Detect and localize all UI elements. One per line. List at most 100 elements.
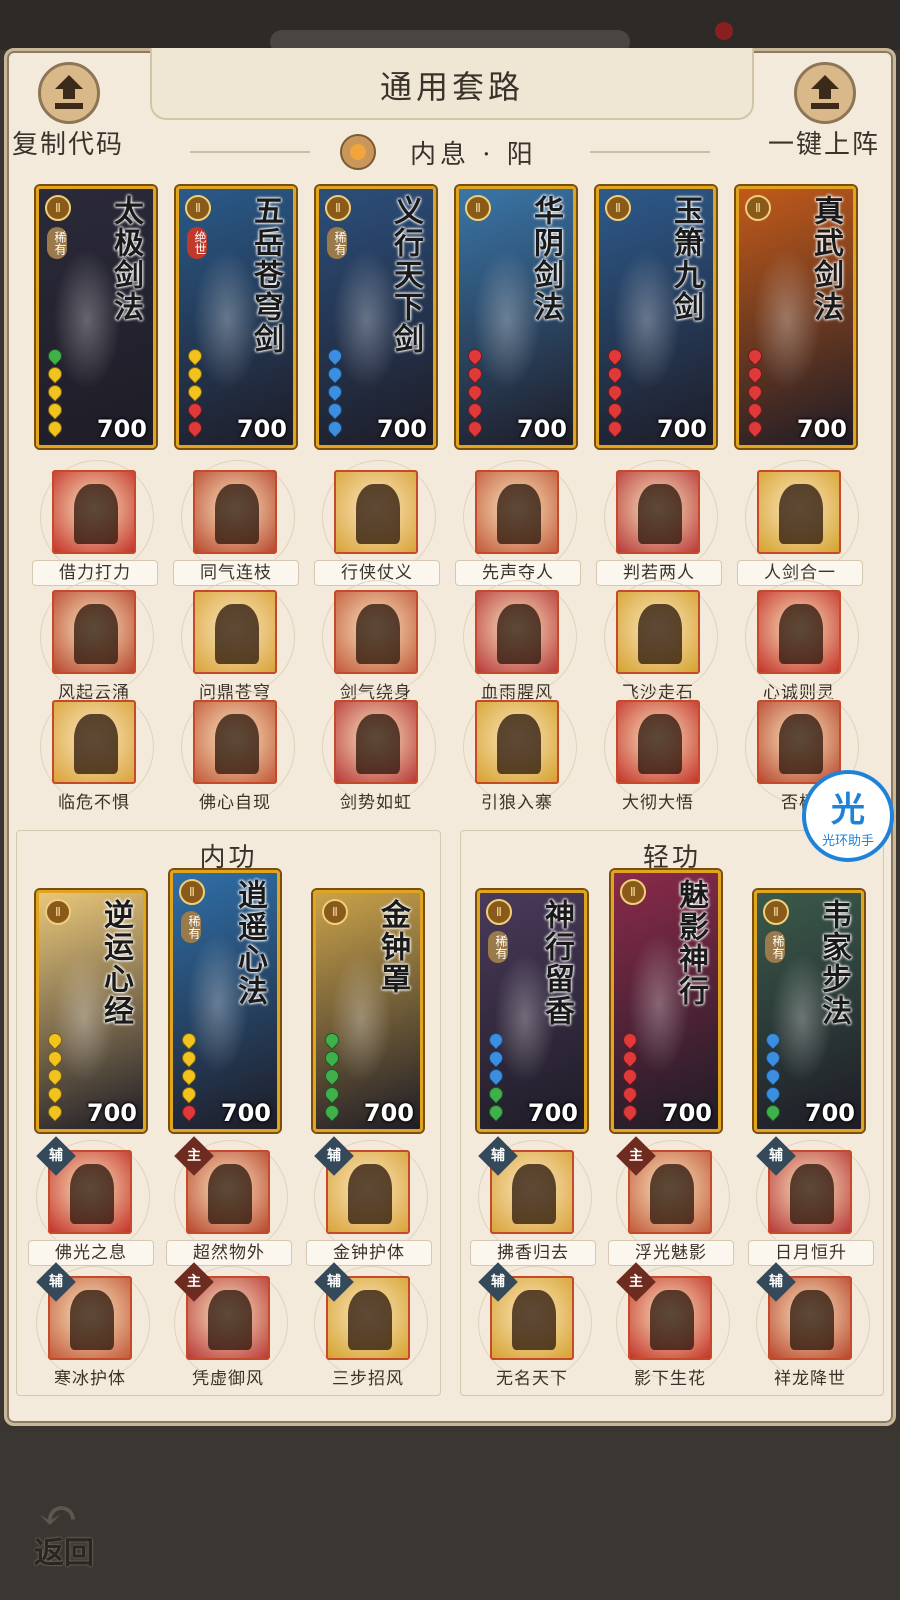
element-pips	[185, 345, 205, 438]
pip-icon	[179, 1066, 199, 1086]
rarity-tag: 绝世	[187, 227, 207, 259]
pip-icon	[185, 382, 205, 402]
pip-icon	[620, 1102, 640, 1122]
card-name: 神行留香	[539, 899, 574, 1027]
element-pips	[745, 345, 765, 438]
card-name: 韦家步法	[816, 899, 851, 1027]
pip-icon	[745, 364, 765, 384]
pip-icon	[465, 400, 485, 420]
main-tag: 主	[616, 1136, 656, 1176]
title-banner: 通用套路	[150, 48, 754, 120]
silhouette-icon	[356, 714, 400, 774]
silhouette-icon	[74, 484, 118, 544]
card-name: 义行天下剑	[388, 195, 423, 355]
skill-icon	[193, 590, 277, 674]
pip-icon	[322, 1102, 342, 1122]
neigong-card[interactable]: Ⅱ 金钟罩 700	[313, 890, 423, 1132]
skill-card[interactable]: Ⅱ 稀有 义行天下剑 700	[316, 186, 436, 448]
pip-icon	[745, 346, 765, 366]
skill-label: 大彻大悟	[622, 793, 694, 813]
neigong-card[interactable]: Ⅱ 稀有 逍遥心法 700	[170, 870, 280, 1132]
skill-icon	[334, 700, 418, 784]
silhouette-icon	[650, 1290, 694, 1350]
neigong-card[interactable]: Ⅱ 逆运心经 700	[36, 890, 146, 1132]
tier-badge-icon: Ⅱ	[179, 879, 205, 905]
card-cost: 700	[96, 415, 147, 443]
card-name: 魅影神行	[673, 879, 708, 1007]
card-name: 真武剑法	[808, 195, 843, 323]
top-status-bar	[0, 0, 900, 54]
pip-icon	[465, 346, 485, 366]
card-cost: 700	[220, 1099, 271, 1127]
skill-label: 临危不惧	[58, 793, 130, 813]
rarity-tag: 稀有	[488, 931, 508, 963]
pip-icon	[605, 418, 625, 438]
silhouette-icon	[512, 1164, 556, 1224]
skill-card[interactable]: Ⅱ 玉箫九剑 700	[596, 186, 716, 448]
tier-badge-icon: Ⅱ	[322, 899, 348, 925]
pip-icon	[605, 346, 625, 366]
silhouette-icon	[215, 714, 259, 774]
pip-icon	[185, 364, 205, 384]
rarity-tag: 稀有	[765, 931, 785, 963]
sun-icon	[340, 134, 376, 170]
pip-icon	[605, 382, 625, 402]
pip-icon	[185, 400, 205, 420]
pip-icon	[763, 1048, 783, 1068]
silhouette-icon	[512, 1290, 556, 1350]
divider	[590, 151, 710, 153]
skill-icon	[757, 590, 841, 674]
pip-icon	[745, 400, 765, 420]
silhouette-icon	[790, 1164, 834, 1224]
silhouette-icon	[356, 604, 400, 664]
pip-icon	[605, 400, 625, 420]
copy-code-label[interactable]: 复制代码	[12, 124, 124, 161]
qinggong-card[interactable]: Ⅱ 魅影神行 700	[611, 870, 721, 1132]
silhouette-icon	[638, 484, 682, 544]
copy-code-button[interactable]	[38, 62, 100, 124]
skill-label: 日月恒升	[748, 1240, 874, 1266]
skill-label: 无名天下	[496, 1369, 568, 1389]
silhouette-icon	[348, 1290, 392, 1350]
subtitle-row: 内息 · 阳	[190, 132, 710, 172]
silhouette-icon	[70, 1164, 114, 1224]
card-cost: 700	[516, 415, 567, 443]
helper-floating-button[interactable]: 光 光环助手	[802, 770, 894, 862]
skill-card[interactable]: Ⅱ 绝世 五岳苍穹剑 700	[176, 186, 296, 448]
silhouette-icon	[70, 1290, 114, 1350]
card-name: 太极剑法	[108, 195, 143, 323]
skill-card[interactable]: Ⅱ 华阴剑法 700	[456, 186, 576, 448]
silhouette-icon	[208, 1290, 252, 1350]
deploy-button[interactable]	[794, 62, 856, 124]
pip-icon	[620, 1048, 640, 1068]
card-name: 逍遥心法	[232, 879, 267, 1007]
pip-icon	[322, 1048, 342, 1068]
card-cost: 700	[804, 1099, 855, 1127]
silhouette-icon	[650, 1164, 694, 1224]
skill-card[interactable]: Ⅱ 稀有 太极剑法 700	[36, 186, 156, 448]
pip-icon	[486, 1066, 506, 1086]
pip-icon	[45, 1084, 65, 1104]
deploy-label[interactable]: 一键上阵	[768, 124, 880, 161]
skill-icon	[757, 700, 841, 784]
qinggong-card[interactable]: Ⅱ 稀有 韦家步法 700	[754, 890, 864, 1132]
skill-icon	[475, 590, 559, 674]
skill-card[interactable]: Ⅱ 真武剑法 700	[736, 186, 856, 448]
skill-label: 剑势如虹	[340, 793, 412, 813]
skill-icon	[475, 470, 559, 554]
pip-icon	[620, 1084, 640, 1104]
silhouette-icon	[790, 1290, 834, 1350]
silhouette-icon	[779, 714, 823, 774]
assist-tag: 辅	[478, 1136, 518, 1176]
back-button[interactable]: ↶ 返回	[28, 1488, 118, 1578]
silhouette-icon	[208, 1164, 252, 1224]
silhouette-icon	[74, 604, 118, 664]
element-pips	[763, 1029, 783, 1122]
silhouette-icon	[497, 714, 541, 774]
pip-icon	[45, 382, 65, 402]
card-name: 玉箫九剑	[668, 195, 703, 323]
pip-icon	[179, 1084, 199, 1104]
qinggong-card[interactable]: Ⅱ 稀有 神行留香 700	[477, 890, 587, 1132]
skill-label: 三步招风	[332, 1369, 404, 1389]
pip-icon	[486, 1030, 506, 1050]
